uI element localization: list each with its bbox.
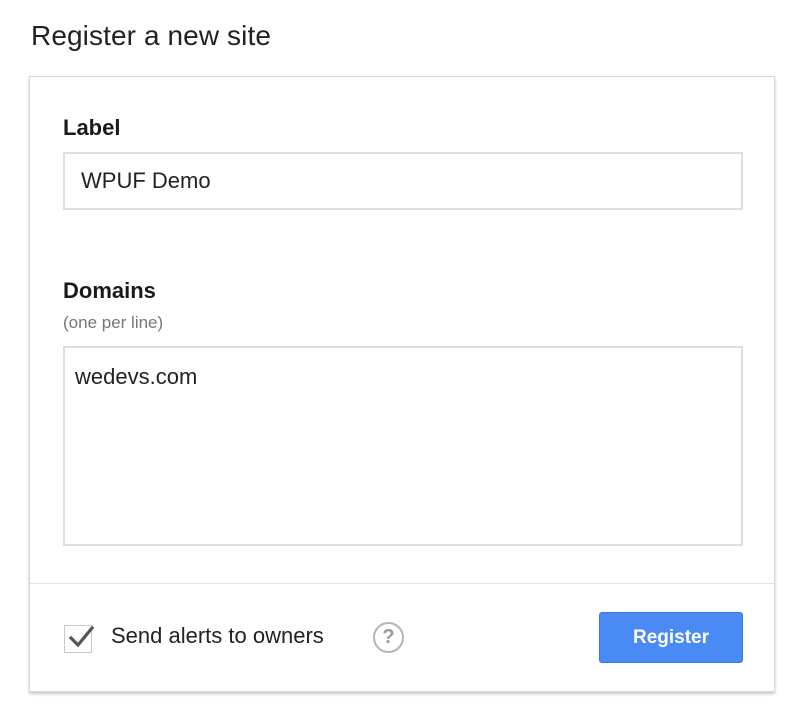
send-alerts-label[interactable]: Send alerts to owners: [111, 623, 324, 649]
domains-hint: (one per line): [63, 313, 164, 332]
question-circle-icon[interactable]: ?: [373, 622, 404, 653]
register-button[interactable]: Register: [599, 612, 743, 663]
domains-field-title: Domains: [63, 278, 156, 303]
card-divider: [30, 583, 774, 584]
register-site-card: Label Domains (one per line) wedevs.com …: [29, 76, 775, 692]
domains-textarea[interactable]: wedevs.com: [63, 346, 743, 546]
send-alerts-checkbox[interactable]: [64, 625, 95, 653]
checkmark-icon: [68, 625, 95, 648]
label-input[interactable]: [63, 152, 743, 210]
page-title: Register a new site: [31, 20, 272, 51]
label-field-title: Label: [63, 115, 121, 140]
